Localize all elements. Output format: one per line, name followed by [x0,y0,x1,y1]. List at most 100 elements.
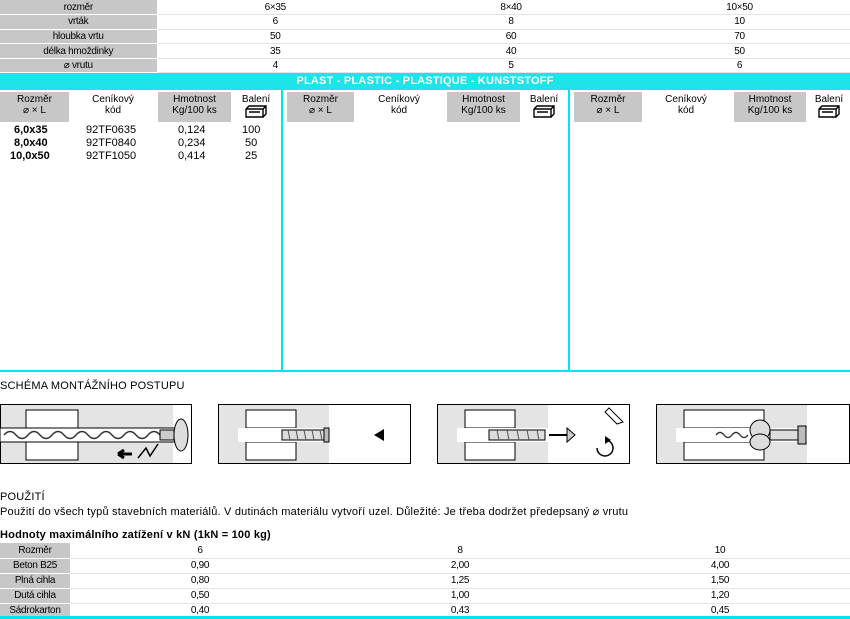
header-code: Ceníkový kód [642,92,730,122]
product-panel-1: Rozměr ⌀ × L Ceníkový kód Hmotnost Kg/10… [0,90,283,370]
spec-value: 35 [157,43,393,59]
usage-title: POUŽITÍ [0,491,45,503]
product-code: 92TF0840 [86,137,137,149]
spec-label: ⌀ vrutu [0,58,158,74]
load-size: 8 [330,543,590,559]
product-panel-2: Rozměr ⌀ × L Ceníkový kód Hmotnost Kg/10… [285,90,570,370]
header-size: Rozměr ⌀ × L [287,92,354,122]
load-value: 4,00 [590,558,850,574]
load-label: Plná cihla [0,573,70,589]
load-row-solid-brick: Plná cihla 0,80 1,25 1,50 [0,573,850,589]
header-size-line2: ⌀ × L [596,105,620,116]
panel-bottom-rule [0,370,850,372]
product-weight: 0,234 [178,137,206,149]
product-rows: 6,0x35 92TF0635 0,124 100 8,0x40 92TF084… [0,122,281,163]
load-value: 1,25 [330,573,590,589]
spec-row-size: rozměr 6×35 8×40 10×50 [0,0,850,16]
load-header-row: Rozměr 6 8 10 [0,543,850,559]
mounting-step-3 [437,404,630,464]
spec-row-depth: hloubka vrtu 50 60 70 [0,29,850,45]
header-code-line2: kód [677,105,695,116]
header-weight-line1: Hmotnost [748,94,792,105]
header-code-line1: Ceníkový [378,94,420,105]
spec-value: 6 [629,58,850,74]
spec-value: 4 [157,58,393,74]
header-weight-line2: Kg/100 ks [747,105,793,116]
product-panel-3: Rozměr ⌀ × L Ceníkový kód Hmotnost Kg/10… [572,90,850,370]
mounting-title: SCHÉMA MONTÁŽNÍHO POSTUPU [0,380,185,392]
header-weight: Hmotnost Kg/100 ks [734,92,806,122]
header-pack-label: Balení [529,94,559,105]
spec-value: 6×35 [157,0,393,16]
product-code: 92TF1050 [86,150,137,162]
spec-value: 10×50 [629,0,850,16]
spec-row-drill: vrták 6 8 10 [0,14,850,30]
table-row: 6,0x35 92TF0635 0,124 100 [0,124,281,137]
header-weight-line1: Hmotnost [173,94,216,105]
header-code: Ceníkový kód [355,92,443,122]
header-pack-label: Balení [241,94,271,105]
spec-row-length: délka hmoždinky 35 40 50 [0,43,850,59]
spec-value: 8 [393,14,629,30]
load-value: 1,20 [590,588,850,604]
header-weight-line1: Hmotnost [462,94,505,105]
header-size-line1: Rozměr [16,94,52,105]
product-pack: 100 [242,124,261,136]
spec-value: 5 [393,58,629,74]
header-size-line2: ⌀ × L [309,105,332,116]
load-size: 6 [70,543,330,559]
package-icon [533,105,555,118]
screw-step-illustration [437,404,630,464]
load-value: 0,50 [70,588,330,604]
header-pack-label: Balení [814,94,844,105]
product-code: 92TF0635 [86,124,137,136]
header-code: Ceníkový kód [69,92,157,122]
mounting-step-2 [218,404,411,464]
header-code-line2: kód [390,105,408,116]
product-size: 6,0x35 [14,124,48,136]
header-weight: Hmotnost Kg/100 ks [447,92,520,122]
header-pack: Balení [808,92,850,122]
table-row: 10,0x50 92TF1050 0,414 25 [0,150,281,163]
product-weight: 0,414 [178,150,206,162]
spec-value: 70 [629,29,850,45]
load-row-hollow-brick: Dutá cihla 0,50 1,00 1,20 [0,588,850,604]
table-row: 8,0x40 92TF0840 0,234 50 [0,137,281,150]
load-title: Hodnoty maximálního zatížení v kN (1kN =… [0,529,271,541]
product-pack: 25 [245,150,258,162]
header-weight-line2: Kg/100 ks [172,105,217,116]
insert-step-illustration [218,404,411,464]
load-size: 10 [590,543,850,559]
spec-label: hloubka vrtu [0,29,158,45]
load-value: 1,50 [590,573,850,589]
load-label: Rozměr [0,543,70,559]
load-row-concrete: Beton B25 0,90 2,00 4,00 [0,558,850,574]
spec-label: délka hmoždinky [0,43,158,59]
header-size: Rozměr ⌀ × L [574,92,642,122]
spec-value: 6 [157,14,393,30]
product-pack: 50 [245,137,258,149]
load-table: Rozměr 6 8 10 Beton B25 0,90 2,00 4,00 P… [0,543,850,619]
spec-label: vrták [0,14,158,30]
spec-value: 50 [629,43,850,59]
header-weight: Hmotnost Kg/100 ks [158,92,231,122]
package-icon [245,105,267,118]
header-size-line2: ⌀ × L [23,105,46,116]
header-pack: Balení [521,92,567,122]
spec-value: 50 [157,29,393,45]
load-value: 0,80 [70,573,330,589]
load-value: 0,90 [70,558,330,574]
spec-label: rozměr [0,0,158,16]
load-label: Beton B25 [0,558,70,574]
load-value: 1,00 [330,588,590,604]
header-size-line1: Rozměr [590,94,626,105]
load-value: 2,00 [330,558,590,574]
material-band: PLAST - PLASTIC - PLASTIQUE - KUNSTSTOFF [0,73,850,90]
spec-value: 10 [629,14,850,30]
header-code-line1: Ceníkový [665,94,707,105]
header-weight-line2: Kg/100 ks [461,105,506,116]
header-size-line1: Rozměr [302,94,338,105]
product-size: 10,0x50 [10,150,50,162]
drill-step-illustration [0,404,192,464]
spec-row-screw: ⌀ vrutu 4 5 6 [0,58,850,74]
